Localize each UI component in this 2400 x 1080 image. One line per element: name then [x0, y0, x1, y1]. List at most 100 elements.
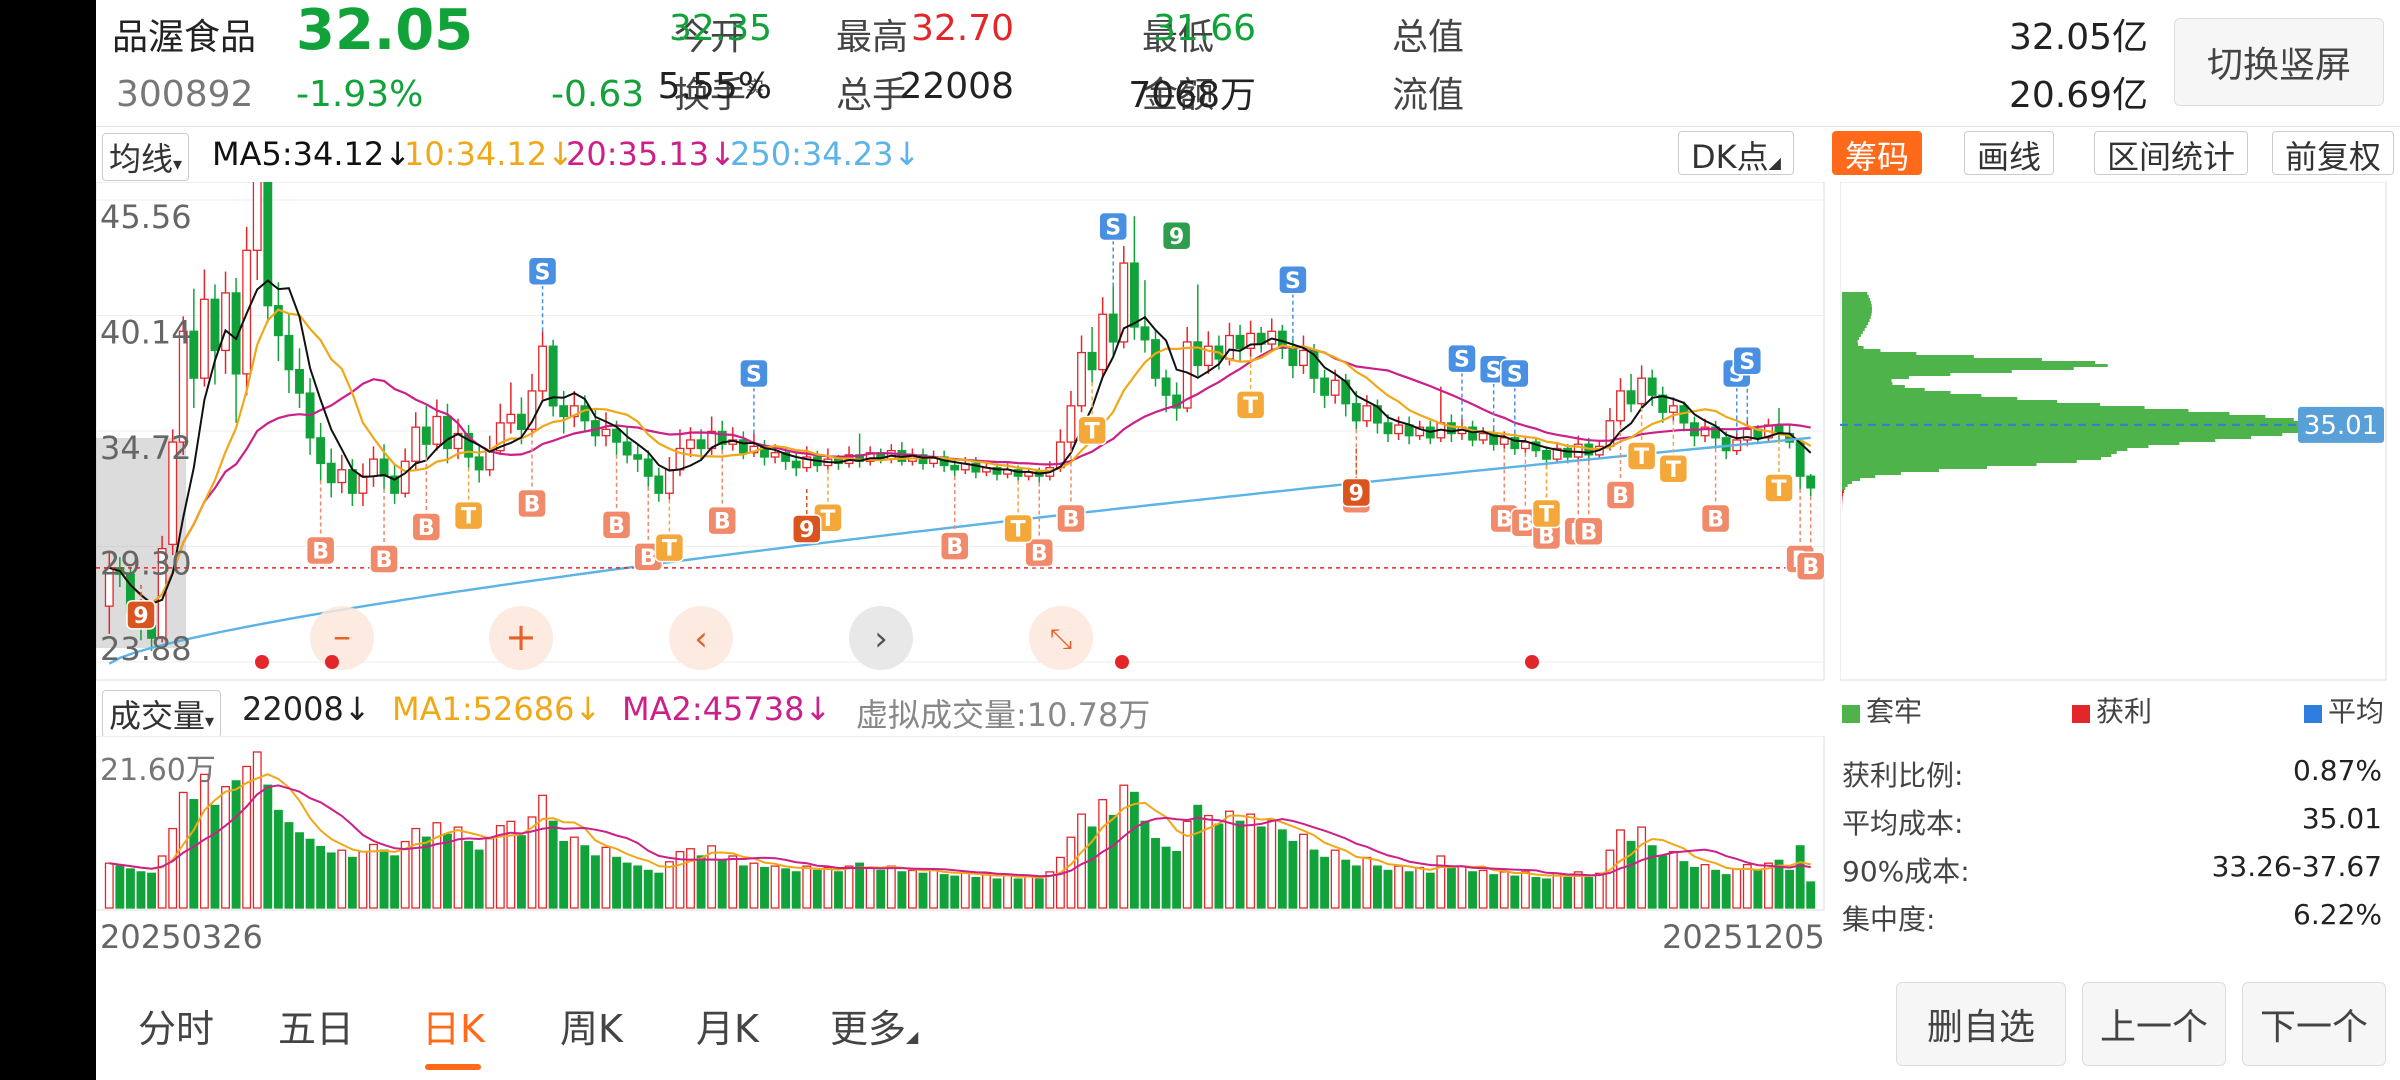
buy-signal-marker[interactable]: B — [601, 510, 632, 540]
buy-signal-marker[interactable]: B — [1056, 503, 1086, 534]
trade-signal-marker[interactable]: T — [453, 500, 484, 531]
turnover-value: 5.55% — [657, 66, 772, 107]
trade-signal-marker[interactable]: T — [654, 532, 685, 563]
buy-signal-marker[interactable]: B — [517, 488, 547, 519]
legend-profit: 获利 — [2072, 690, 2152, 730]
candle-body — [664, 469, 674, 494]
next-stock-button[interactable]: 下一个 — [2242, 982, 2386, 1066]
chip-bar — [1842, 388, 1925, 391]
trade-signal-marker[interactable]: T — [1003, 513, 1033, 544]
candle-body — [612, 428, 621, 443]
sell-signal-marker[interactable]: S — [739, 358, 769, 389]
volume-bar — [1510, 875, 1520, 909]
buy-signal-marker[interactable]: B — [1574, 516, 1604, 547]
svg-text:T: T — [1666, 458, 1681, 483]
sell-signal-marker[interactable]: S — [1447, 343, 1477, 374]
volume-bar — [1214, 823, 1224, 909]
volume-bar — [305, 838, 315, 909]
reset-zoom-button[interactable]: ⤡ — [1029, 606, 1093, 670]
event-dot — [1525, 655, 1539, 669]
sequence-nine-marker[interactable]: 9 — [792, 514, 822, 544]
buy-signal-marker[interactable]: B — [1024, 537, 1055, 568]
buy-signal-marker[interactable]: B — [707, 505, 737, 536]
candle-body — [295, 368, 304, 394]
tab-five-day[interactable]: 五日 — [278, 998, 354, 1053]
trade-signal-marker[interactable]: T — [1531, 498, 1562, 529]
sell-signal-marker[interactable]: S — [1732, 346, 1763, 376]
sell-signal-marker[interactable]: S — [1098, 211, 1128, 242]
volume-bar — [1246, 813, 1256, 909]
kline-chart[interactable]: 45.5640.1434.7229.3023.88 B BBBBBBB BB B BB B… — [96, 182, 1826, 682]
previous-stock-button[interactable]: 上一个 — [2082, 982, 2226, 1066]
svg-text:T: T — [1243, 394, 1258, 419]
stock-price: 32.05 — [296, 0, 474, 63]
chip-bar — [1842, 481, 1852, 484]
tab-draw-lines[interactable]: 画线 — [1964, 131, 2055, 176]
buy-signal-marker[interactable]: B — [411, 512, 442, 542]
zoom-in-button[interactable]: + — [489, 606, 553, 670]
dk-point-button[interactable]: DK点◢ — [1678, 131, 1794, 176]
volume-chart[interactable]: 21.60万 — [96, 736, 1826, 912]
remove-watchlist-button[interactable]: 删自选 — [1896, 982, 2066, 1066]
tab-chips[interactable]: 筹码 — [1832, 131, 1923, 176]
volume-bar — [516, 835, 526, 909]
tab-weekly-k[interactable]: 周K — [560, 998, 623, 1053]
buy-signal-marker[interactable]: B — [1700, 503, 1731, 534]
sequence-nine-marker[interactable]: 9 — [1161, 221, 1192, 251]
zoom-out-button[interactable]: – — [310, 606, 374, 670]
svg-text:B: B — [524, 493, 541, 518]
ma-selector[interactable]: 均线▾ — [102, 133, 190, 181]
trade-signal-marker[interactable]: T — [1764, 473, 1794, 503]
trade-signal-marker[interactable]: T — [1235, 390, 1266, 420]
volume-bar — [918, 872, 928, 909]
volume-indicator-selector[interactable]: 成交量▾ — [102, 690, 222, 738]
price-axis-label: 40.14 — [100, 314, 192, 352]
sell-signal-marker[interactable]: S — [1500, 358, 1530, 389]
sell-signal-marker[interactable]: S — [527, 256, 558, 287]
buy-signal-marker[interactable]: B — [939, 531, 970, 561]
tab-daily-k[interactable]: 日K — [422, 998, 485, 1053]
volume-bar — [1288, 840, 1298, 909]
buy-signal-marker[interactable]: B — [1795, 551, 1826, 581]
chip-distribution-chart[interactable]: 35.01 — [1840, 182, 2388, 682]
chip-bar — [1842, 439, 2216, 442]
candle-body — [337, 469, 347, 484]
quote-header: 品渥食品 32.05 300892 -1.93% -0.63 今开 32.35 … — [96, 0, 2400, 124]
tab-range-stats[interactable]: 区间统计 — [2094, 131, 2249, 176]
svg-text:B: B — [714, 510, 731, 535]
volume-bar — [485, 838, 495, 909]
candle-body — [1637, 377, 1647, 405]
sequence-nine-marker[interactable]: 9 — [126, 600, 156, 630]
scroll-left-button[interactable]: ‹ — [669, 606, 733, 670]
trade-signal-marker[interactable]: T — [1626, 441, 1657, 471]
volume-bar — [1605, 849, 1615, 909]
switch-portrait-button[interactable]: 切换竖屏 — [2174, 18, 2384, 106]
volume-bar — [1341, 859, 1351, 909]
stat-concentration: 集中度: 6.22% — [1842, 898, 2382, 936]
tab-intraday[interactable]: 分时 — [138, 998, 214, 1053]
sell-signal-marker[interactable]: S — [1278, 265, 1308, 295]
volume-bar — [1584, 877, 1594, 909]
chip-bar — [1842, 469, 1940, 472]
tab-forward-adjust[interactable]: 前复权 — [2272, 131, 2395, 176]
buy-signal-marker[interactable]: B — [1605, 480, 1636, 510]
sequence-nine-marker[interactable]: 9 — [1341, 477, 1372, 508]
mktcap-value: 32.05亿 — [2008, 17, 2148, 58]
chip-bar — [1842, 391, 1951, 394]
tab-monthly-k[interactable]: 月K — [696, 998, 759, 1053]
volume-bar — [231, 780, 241, 909]
svg-text:S: S — [746, 363, 762, 388]
trade-signal-marker[interactable]: T — [1658, 454, 1689, 484]
buy-signal-marker[interactable]: B — [369, 544, 399, 574]
trade-signal-marker[interactable]: T — [1077, 415, 1107, 446]
volume-bar — [728, 855, 738, 909]
candle-body — [1288, 347, 1298, 367]
chip-bar — [1842, 496, 1843, 499]
scroll-right-button[interactable]: › — [849, 606, 913, 670]
candle-body — [1383, 422, 1393, 435]
volume-bar — [326, 852, 336, 909]
tab-more[interactable]: 更多◢ — [830, 998, 918, 1053]
buy-signal-marker[interactable]: B — [305, 535, 336, 566]
volume-bar — [1330, 849, 1340, 909]
chip-bar — [1842, 430, 2306, 433]
